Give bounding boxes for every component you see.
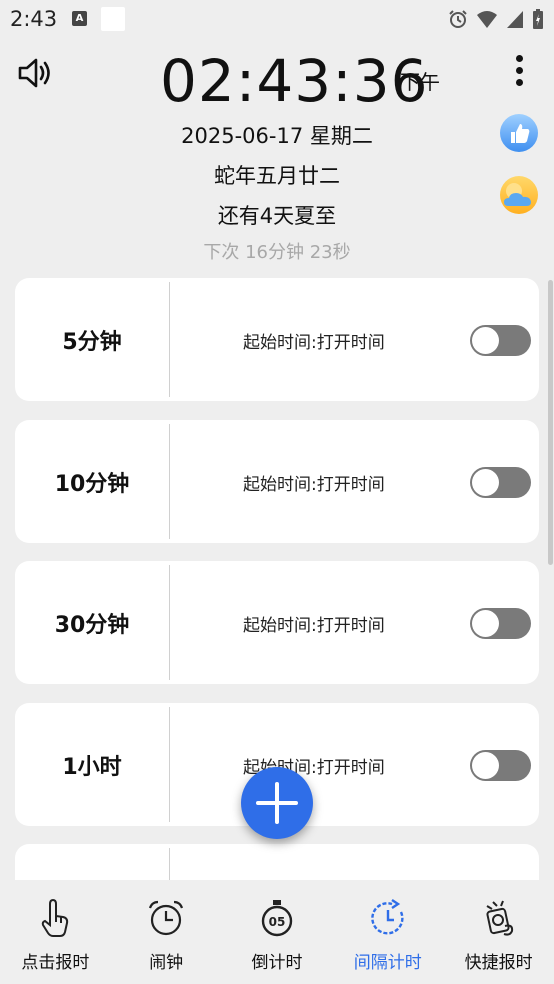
notification-icon [101, 7, 125, 31]
status-bar: 2:43 A [0, 0, 554, 38]
interval-card[interactable]: 30分钟 起始时间:打开时间 [15, 561, 539, 684]
alarm-clock-icon [149, 900, 184, 936]
nav-label: 倒计时 [251, 953, 303, 973]
bottom-nav: 点击报时 闹钟 05 倒计时 间隔计时 快捷报时 [0, 880, 554, 984]
lunar-date-label: 蛇年五月廿二 [214, 164, 340, 188]
status-time: 2:43 [10, 7, 58, 31]
interval-toggle[interactable] [470, 467, 531, 498]
nav-item-interval[interactable]: 间隔计时 [332, 880, 443, 984]
interval-title: 5分钟 [62, 329, 122, 355]
more-menu-icon[interactable] [507, 52, 531, 92]
svg-text:05: 05 [269, 915, 286, 929]
nav-label: 闹钟 [149, 953, 184, 973]
current-time: 02:43:36 [160, 47, 429, 115]
quick-report-icon [486, 900, 513, 936]
tap-hand-icon [42, 898, 69, 937]
am-pm-label: 下午 [400, 70, 440, 94]
interval-title [15, 844, 169, 880]
keyboard-notification-icon: A [72, 11, 87, 26]
interval-title: 30分钟 [54, 612, 130, 638]
speaker-icon[interactable] [16, 54, 54, 92]
alarm-icon [449, 10, 467, 28]
divider [169, 282, 170, 397]
next-report-label: 下次 16分钟 23秒 [203, 242, 351, 263]
nav-label: 快捷报时 [464, 953, 533, 973]
interval-start-desc: 起始时间:打开时间 [243, 333, 385, 353]
interval-toggle[interactable] [470, 750, 531, 781]
interval-card[interactable] [15, 844, 539, 880]
battery-icon [533, 9, 543, 29]
interval-clock-icon [370, 899, 404, 935]
nav-item-countdown[interactable]: 05 倒计时 [222, 880, 333, 984]
solar-term-label: 还有4天夏至 [217, 204, 337, 228]
scrollbar[interactable] [548, 280, 553, 565]
stopwatch-icon: 05 [261, 900, 293, 937]
nav-item-tap-report[interactable]: 点击报时 [0, 880, 111, 984]
interval-toggle[interactable] [470, 608, 531, 639]
divider [169, 424, 170, 539]
date-label: 2025-06-17 星期二 [181, 124, 373, 148]
divider [169, 707, 170, 822]
signal-icon [507, 11, 523, 28]
interval-start-desc: 起始时间:打开时间 [243, 475, 385, 495]
interval-card[interactable]: 10分钟 起始时间:打开时间 [15, 420, 539, 543]
interval-start-desc: 起始时间:打开时间 [243, 616, 385, 636]
interval-title: 1小时 [62, 754, 122, 780]
nav-label: 点击报时 [21, 953, 90, 973]
nav-item-alarm[interactable]: 闹钟 [111, 880, 222, 984]
divider [169, 565, 170, 680]
nav-item-quick-report[interactable]: 快捷报时 [443, 880, 554, 984]
add-interval-button[interactable] [241, 767, 313, 839]
interval-card[interactable]: 5分钟 起始时间:打开时间 [15, 278, 539, 401]
status-icons [448, 8, 544, 30]
divider [169, 848, 170, 880]
wifi-icon [477, 11, 497, 28]
nav-label: 间隔计时 [353, 953, 422, 973]
interval-title: 10分钟 [54, 471, 130, 497]
interval-toggle[interactable] [470, 325, 531, 356]
